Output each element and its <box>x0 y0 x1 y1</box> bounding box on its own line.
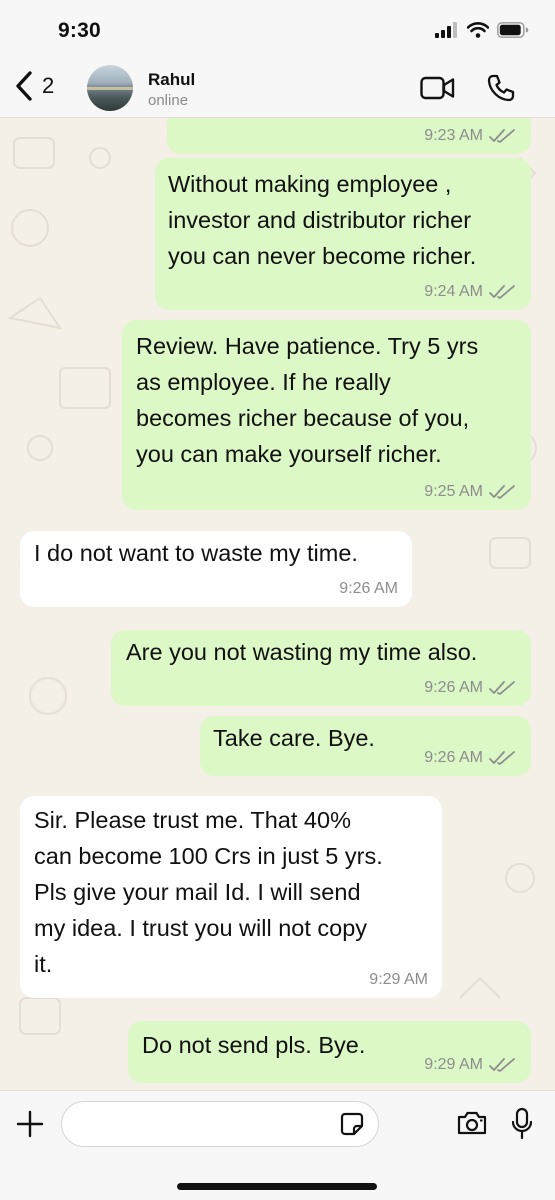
message-text-line: Are you not wasting my time also. <box>126 639 478 665</box>
message-time: 9:26 AM <box>424 749 483 766</box>
camera-icon <box>457 1111 487 1135</box>
message-meta: 9:23 AM <box>424 126 515 146</box>
message-list[interactable]: 9:23 AM Without making employee , invest… <box>0 118 555 1090</box>
message-text-line: I do not want to waste my time. <box>34 540 358 566</box>
voice-call-button[interactable] <box>486 73 516 108</box>
message-text-line: Sir. Please trust me. That 40% <box>34 807 351 833</box>
message-text-line: Take care. Bye. <box>213 725 375 751</box>
message-meta: 9:26 AM <box>339 579 398 599</box>
sticker-icon <box>340 1112 364 1136</box>
message-input[interactable] <box>61 1101 379 1147</box>
double-check-icon <box>489 681 515 695</box>
battery-icon <box>497 22 529 38</box>
home-indicator[interactable] <box>177 1183 377 1190</box>
message-bubble[interactable]: Without making employee , investor and d… <box>155 158 531 310</box>
back-button[interactable]: 2 <box>14 70 54 102</box>
message-meta: 9:29 AM <box>369 970 428 990</box>
message-text-line: as employee. If he really <box>136 369 391 395</box>
message-text-line: it. <box>34 951 53 977</box>
video-camera-icon <box>420 76 455 100</box>
message-text-line: you can make yourself richer. <box>136 441 442 467</box>
message-bubble[interactable]: 9:23 AM <box>167 118 531 154</box>
message-meta: 9:29 AM <box>424 1055 515 1075</box>
message-meta: 9:26 AM <box>424 748 515 768</box>
plus-icon <box>16 1110 44 1138</box>
status-time: 9:30 <box>58 19 101 42</box>
message-text-line: becomes richer because of you, <box>136 405 470 431</box>
message-meta: 9:26 AM <box>424 678 515 698</box>
phone-icon <box>487 74 515 102</box>
avatar[interactable] <box>87 65 133 111</box>
message-text-line: you can never become richer. <box>168 243 477 269</box>
microphone-button[interactable] <box>510 1107 534 1146</box>
message-bubble[interactable]: Take care. Bye. 9:26 AM <box>200 716 531 776</box>
sticker-button[interactable] <box>340 1112 364 1141</box>
message-bubble[interactable]: Are you not wasting my time also. 9:26 A… <box>111 630 531 706</box>
message-time: 9:29 AM <box>424 1056 483 1073</box>
chat-header: 2 Rahul online <box>0 58 555 118</box>
message-meta: 9:24 AM <box>424 282 515 302</box>
camera-button[interactable] <box>456 1110 488 1141</box>
message-time: 9:24 AM <box>424 283 483 300</box>
double-check-icon <box>489 285 515 299</box>
status-bar: 9:30 <box>0 0 555 58</box>
message-bubble[interactable]: Do not send pls. Bye. 9:29 AM <box>128 1021 531 1083</box>
message-time: 9:26 AM <box>424 679 483 696</box>
message-bubble[interactable]: Sir. Please trust me. That 40% can becom… <box>20 796 442 998</box>
microphone-icon <box>511 1107 533 1140</box>
double-check-icon <box>489 485 515 499</box>
double-check-icon <box>489 129 515 143</box>
attach-button[interactable] <box>16 1110 44 1143</box>
contact-name[interactable]: Rahul <box>148 70 195 90</box>
cellular-signal-icon <box>435 22 457 38</box>
double-check-icon <box>489 1058 515 1072</box>
message-text-line: Without making employee , <box>168 171 452 197</box>
chevron-left-icon <box>16 71 32 101</box>
message-time: 9:25 AM <box>424 483 483 500</box>
double-check-icon <box>489 751 515 765</box>
status-icons <box>435 22 529 38</box>
message-bubble[interactable]: I do not want to waste my time. 9:26 AM <box>20 531 412 607</box>
message-bubble[interactable]: Review. Have patience. Try 5 yrs as empl… <box>122 320 531 510</box>
message-text-line: Pls give your mail Id. I will send <box>34 879 361 905</box>
message-time: 9:23 AM <box>424 127 483 144</box>
contact-status: online <box>148 92 189 109</box>
unread-count: 2 <box>42 73 55 98</box>
message-time: 9:29 AM <box>369 971 428 988</box>
message-text-line: Do not send pls. Bye. <box>142 1032 366 1058</box>
message-time: 9:26 AM <box>339 580 398 597</box>
wifi-icon <box>467 22 489 38</box>
video-call-button[interactable] <box>420 76 456 105</box>
message-meta: 9:25 AM <box>424 482 515 502</box>
message-text-line: investor and distributor richer <box>168 207 472 233</box>
message-text-line: Review. Have patience. Try 5 yrs <box>136 333 479 359</box>
message-text-line: my idea. I trust you will not copy <box>34 915 368 941</box>
message-text-line: can become 100 Crs in just 5 yrs. <box>34 843 383 869</box>
